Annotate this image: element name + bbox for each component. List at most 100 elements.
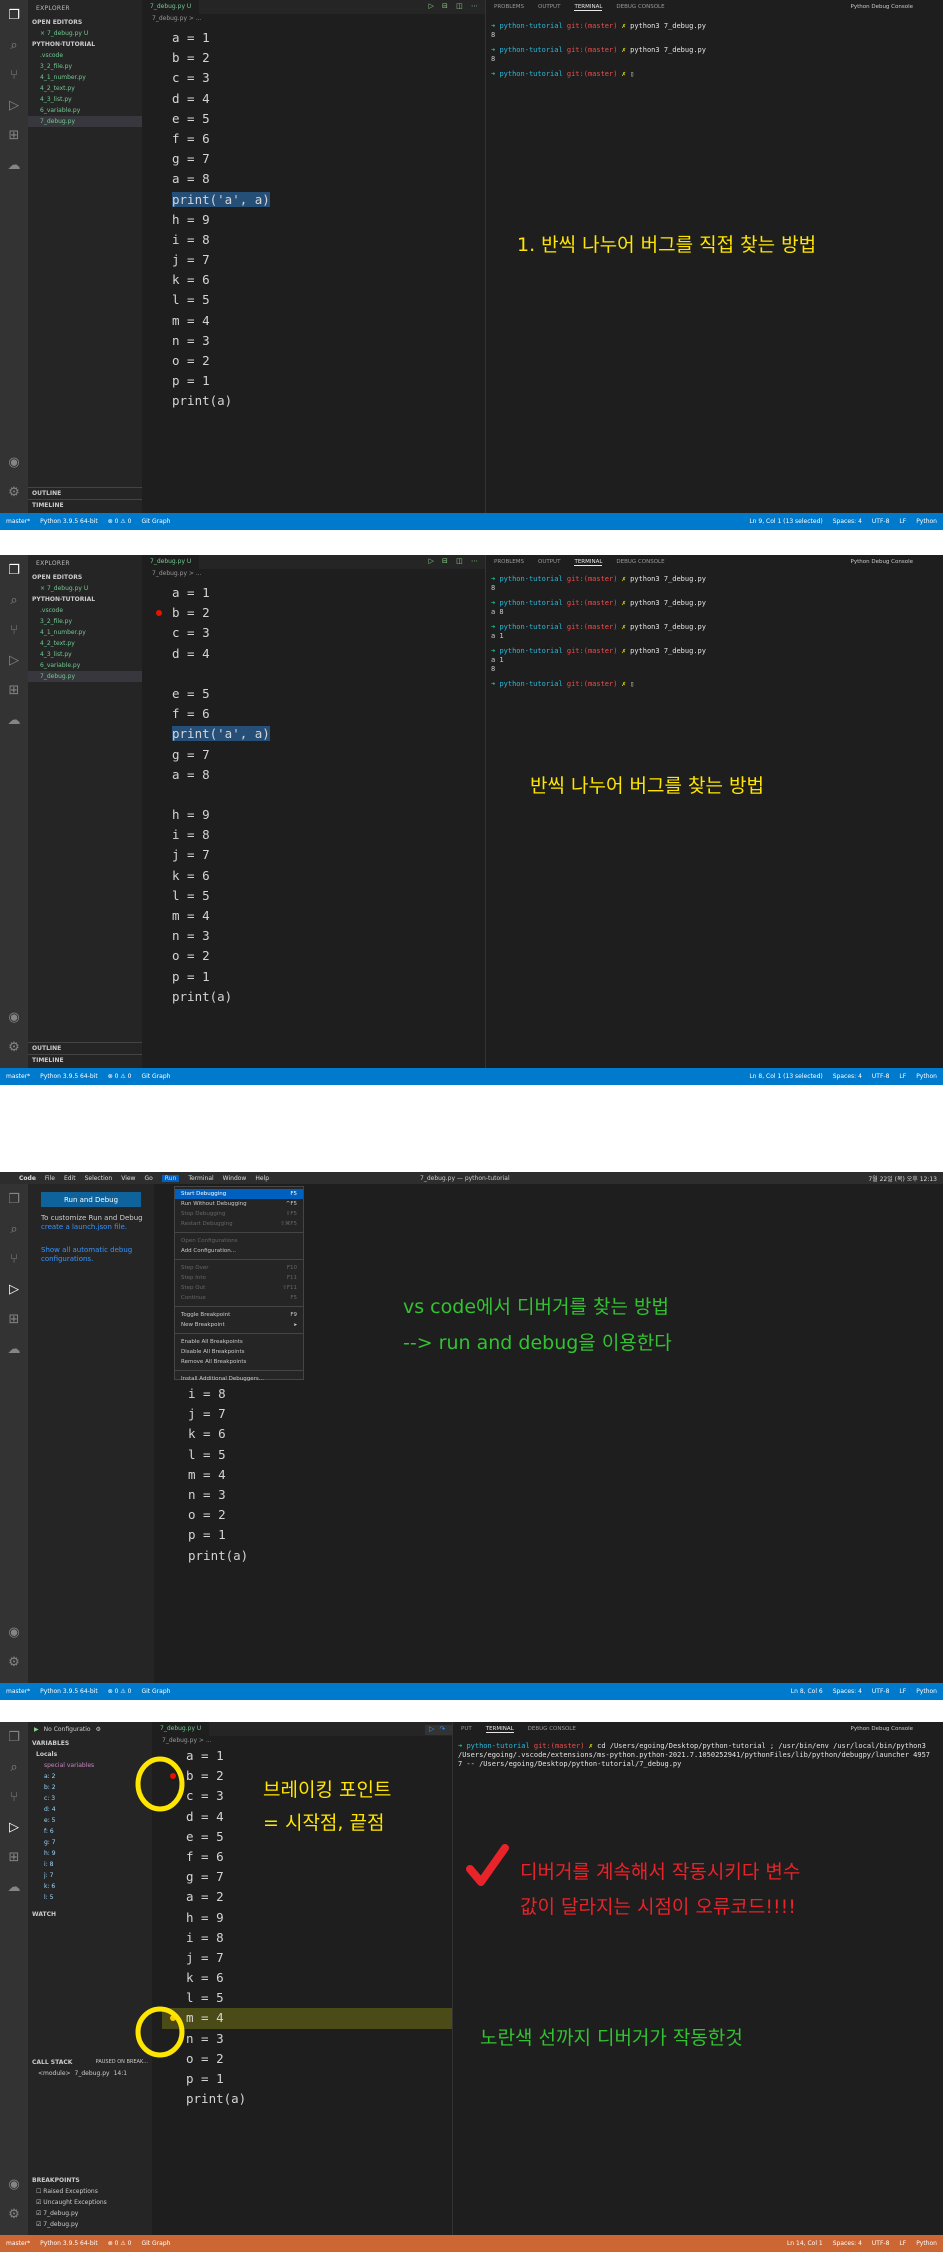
menu-item[interactable]: Install Additional Debuggers... [175,1374,303,1384]
extensions-icon[interactable]: ⊞ [0,120,28,150]
docker-icon[interactable]: ☁ [0,1334,28,1364]
python-interpreter[interactable]: Python 3.9.5 64-bit [40,1073,98,1080]
code-lines[interactable]: a = 1 b = 2 c = 3 d = 4 e = 5 f = 6 g = … [148,28,270,412]
account-icon[interactable]: ◉ [0,1002,28,1032]
cursor-position[interactable]: Ln 14, Col 1 [787,2240,823,2247]
menu-terminal[interactable]: Terminal [188,1175,213,1182]
gear-icon[interactable]: ⚙ [0,1032,28,1062]
encoding[interactable]: UTF-8 [872,1073,890,1080]
launch-json-link[interactable]: create a launch.json file. [41,1223,127,1231]
menu-run[interactable]: Run [161,1174,180,1182]
code-line[interactable]: j = 7 [164,1404,248,1424]
run-and-debug-button[interactable]: Run and Debug [41,1192,141,1207]
language-mode[interactable]: Python [916,1688,937,1695]
menu-go[interactable]: Go [144,1175,152,1182]
file-item[interactable]: 4_2_text.py [28,638,142,649]
tab-problems[interactable]: PROBLEMS [494,4,524,10]
code-line[interactable]: p = 1 [164,1525,248,1545]
menu-item[interactable]: Start Debugging F5 [175,1189,303,1199]
docker-icon[interactable]: ☁ [0,705,28,735]
code-line-breakpoint[interactable]: b = 2 [148,603,270,623]
code-line[interactable]: j = 7 [148,250,270,270]
code-line[interactable]: d = 4 [148,89,270,109]
code-line-selected[interactable]: print('a', a) [148,724,270,744]
open-editors-header[interactable]: OPEN EDITORS [28,572,142,583]
code-line[interactable]: n = 3 [148,926,270,946]
code-line[interactable]: print(a) [148,391,270,411]
line-ending[interactable]: LF [899,518,906,525]
outline-section[interactable]: OUTLINE [28,487,142,499]
search-icon[interactable]: ⌕ [0,585,28,615]
terminal-selector[interactable]: Python Debug Console [851,559,913,565]
file-item[interactable]: 3_2_file.py [28,61,142,72]
menu-item[interactable]: Enable All Breakpoints [175,1337,303,1347]
docker-icon[interactable]: ☁ [0,150,28,180]
gear-icon[interactable]: ⚙ [0,477,28,507]
code-line[interactable]: l = 5 [148,290,270,310]
menu-code[interactable]: Code [19,1175,36,1182]
code-line[interactable]: c = 3 [148,68,270,88]
code-line-selected[interactable]: print('a', a) [148,190,270,210]
problems-count[interactable]: ⊗ 0 ⚠ 0 [108,1688,132,1695]
explorer-icon[interactable]: ❐ [0,555,28,585]
tab-terminal[interactable]: TERMINAL [574,4,603,11]
cursor-position[interactable]: Ln 8, Col 6 [791,1688,823,1695]
code-line[interactable]: k = 6 [148,866,270,886]
code-line[interactable]: o = 2 [148,946,270,966]
code-line[interactable]: h = 9 [148,805,270,825]
file-item[interactable]: 6_variable.py [28,660,142,671]
tab-debug-console[interactable]: DEBUG CONSOLE [616,559,664,565]
timeline-section[interactable]: TIMELINE [28,1054,142,1066]
explorer-icon[interactable]: ❐ [0,1184,28,1214]
code-line[interactable]: n = 3 [164,1485,248,1505]
encoding[interactable]: UTF-8 [872,518,890,525]
menu-selection[interactable]: Selection [85,1175,113,1182]
branch-indicator[interactable]: master* [6,1688,30,1695]
tab-output[interactable]: OUTPUT [538,4,560,10]
open-editor-item[interactable]: × 7_debug.py U [28,583,142,594]
problems-count[interactable]: ⊗ 0 ⚠ 0 [108,2240,132,2247]
code-line[interactable]: k = 6 [164,1424,248,1444]
encoding[interactable]: UTF-8 [872,2240,890,2247]
explorer-icon[interactable]: ❐ [0,0,28,30]
account-icon[interactable]: ◉ [0,447,28,477]
code-line[interactable]: b = 2 [148,48,270,68]
code-line[interactable]: print(a) [148,987,270,1007]
code-line[interactable]: o = 2 [148,351,270,371]
run-debug-icon[interactable]: ▷ [0,90,28,120]
cursor-position[interactable]: Ln 9, Col 1 (13 selected) [749,518,822,525]
python-interpreter[interactable]: Python 3.9.5 64-bit [40,518,98,525]
tab-problems[interactable]: PROBLEMS [494,559,524,565]
file-item[interactable]: 7_debug.py [28,116,142,127]
file-item[interactable]: 7_debug.py [28,671,142,682]
file-item[interactable]: 3_2_file.py [28,616,142,627]
terminal-output[interactable]: ➜ python-tutorial git:(master) ✗ python3… [486,575,943,689]
code-line[interactable]: i = 8 [164,1384,248,1404]
code-line[interactable]: i = 8 [148,230,270,250]
code-line[interactable]: e = 5 [148,684,270,704]
show-configs-link[interactable]: Show all automatic debug configurations. [41,1246,146,1264]
code-line[interactable]: e = 5 [148,109,270,129]
editor-run-buttons[interactable]: ▷ ⊟ ◫ ⋯ [428,2,481,10]
problems-count[interactable]: ⊗ 0 ⚠ 0 [108,518,132,525]
code-line[interactable]: a = 8 [148,765,270,785]
menu-item[interactable]: Toggle Breakpoint F9 [175,1310,303,1320]
terminal-output[interactable]: ➜ python-tutorial git:(master) ✗ python3… [486,22,943,79]
code-line[interactable]: o = 2 [164,1505,248,1525]
menu-item[interactable]: Run Without Debugging ^F5 [175,1199,303,1209]
cursor-position[interactable]: Ln 8, Col 1 (13 selected) [749,1073,822,1080]
file-item[interactable]: 4_3_list.py [28,94,142,105]
code-line[interactable]: l = 5 [148,886,270,906]
open-editors-header[interactable]: OPEN EDITORS [28,17,142,28]
editor-tab[interactable]: 7_debug.py U [142,0,200,14]
code-line[interactable]: l = 5 [164,1445,248,1465]
file-item[interactable]: 4_1_number.py [28,627,142,638]
code-line[interactable]: c = 3 [148,623,270,643]
line-ending[interactable]: LF [899,1688,906,1695]
code-line[interactable]: k = 6 [148,270,270,290]
code-line[interactable]: print(a) [164,1546,248,1566]
code-line[interactable]: m = 4 [164,1465,248,1485]
code-line[interactable]: a = 1 [148,583,270,603]
menu-edit[interactable]: Edit [64,1175,76,1182]
code-line[interactable]: g = 7 [148,745,270,765]
